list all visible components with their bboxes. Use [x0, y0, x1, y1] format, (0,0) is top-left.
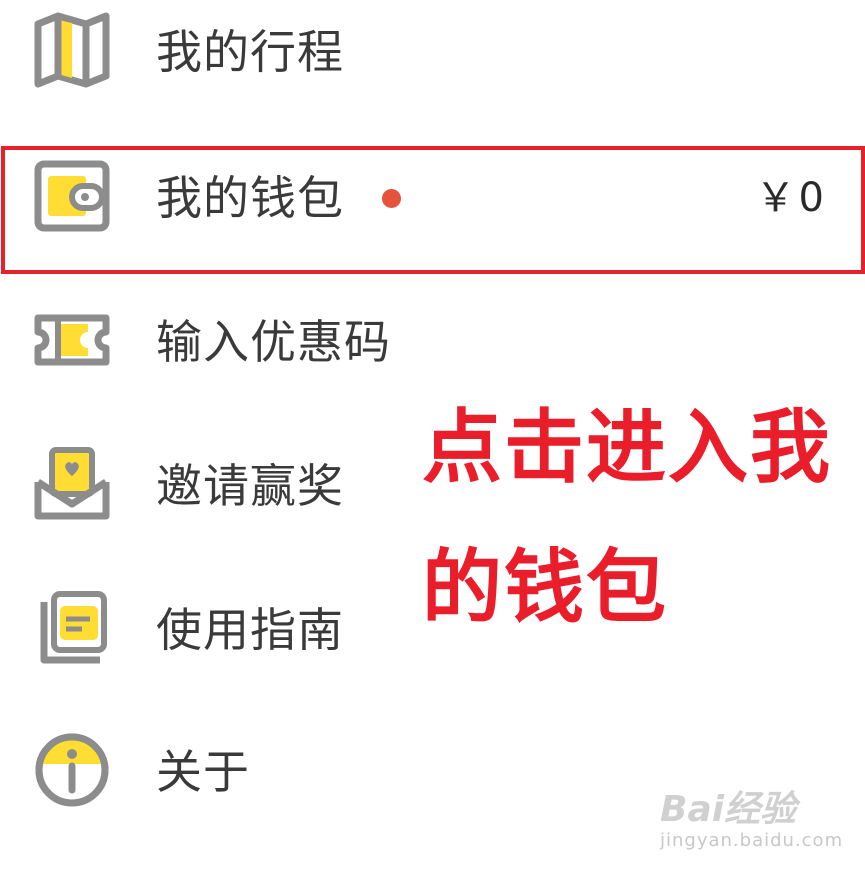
watermark: Bai经验 jingyan.baidu.com: [660, 780, 850, 860]
ticket-icon: [30, 298, 114, 382]
menu-item-my-trips[interactable]: 我的行程: [0, 0, 865, 112]
menu-item-label: 使用指南: [156, 603, 344, 657]
annotation-line-1: 点击进入我: [422, 401, 832, 494]
wallet-icon: [30, 154, 114, 238]
menu-item-label: 关于: [156, 745, 250, 799]
menu-item-my-wallet[interactable]: 我的钱包 ￥0: [0, 138, 865, 258]
invite-envelope-icon: [30, 442, 114, 526]
guide-icon: [30, 586, 114, 670]
watermark-site: jingyan.baidu.com: [660, 830, 844, 851]
menu-item-label: 邀请赢奖: [156, 459, 344, 513]
map-icon: [30, 8, 114, 92]
wallet-balance: ￥0: [755, 175, 827, 221]
menu-item-label: 输入优惠码: [156, 315, 391, 369]
annotation-text: 点击进入我 的钱包: [422, 378, 842, 658]
annotation-line-2: 的钱包: [422, 541, 668, 634]
watermark-logo: Bai经验: [660, 789, 797, 830]
menu-item-label: 我的行程: [156, 25, 344, 79]
info-icon: [30, 728, 114, 812]
menu-item-label: 我的钱包: [156, 171, 344, 225]
notice-dot: [382, 189, 401, 208]
